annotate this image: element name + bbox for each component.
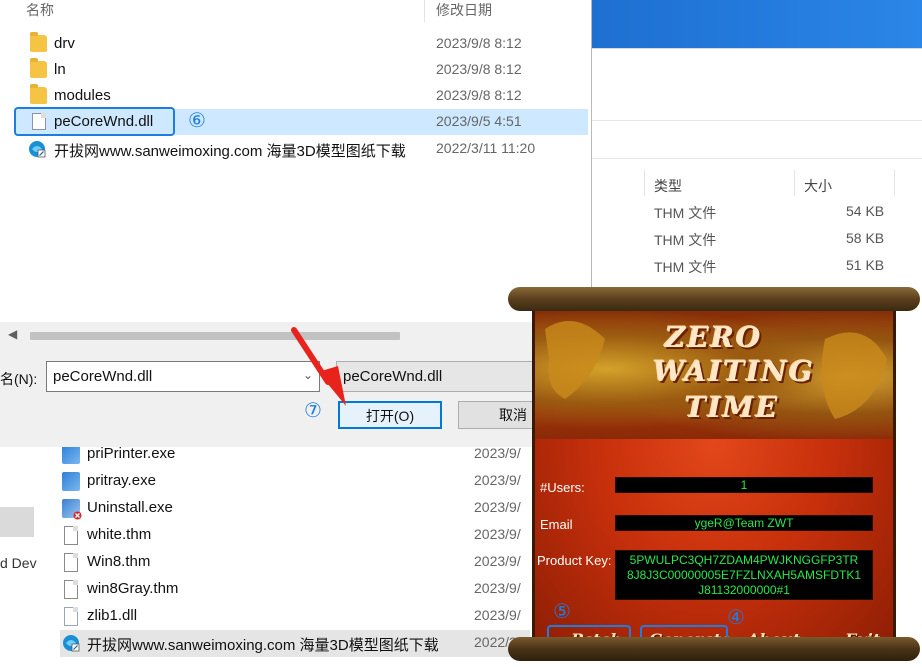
keygen-title-line: TIME	[685, 391, 780, 424]
column-header-modified[interactable]: 修改日期	[436, 0, 492, 20]
red-arrow-annotation	[291, 327, 346, 406]
row-name: ln	[54, 61, 66, 78]
file-row[interactable]: zlib1.dll 2023/9/	[60, 603, 530, 630]
keygen-window: ZERO WAITING TIME #Users: 1 Email ygeR@T…	[508, 287, 920, 661]
keygen-body: ZERO WAITING TIME #Users: 1 Email ygeR@T…	[532, 299, 896, 657]
email-label: Email	[540, 517, 573, 532]
file-name: win8Gray.thm	[87, 580, 179, 597]
row-date: 2022/3/11 11:20	[436, 140, 536, 156]
dialog-row[interactable]: 开拔网www.sanweimoxing.com 海量3D模型图纸下载 2022/…	[14, 136, 588, 162]
dialog-row[interactable]: ln 2023/9/8 8:12	[14, 57, 588, 83]
file-icon	[64, 526, 78, 545]
file-name: pritray.exe	[87, 472, 156, 489]
cell-type: THM 文件	[654, 205, 717, 221]
uninstall-icon	[62, 499, 82, 520]
keygen-title-line: WAITING	[653, 355, 815, 388]
cell-size: 51 KB	[846, 257, 885, 273]
scroll-left-icon[interactable]: ◀	[8, 327, 17, 341]
file-row[interactable]: Uninstall.exe 2023/9/	[60, 495, 530, 522]
keygen-banner: ZERO WAITING TIME	[535, 299, 893, 439]
folder-icon	[30, 58, 47, 78]
dll-icon	[64, 607, 78, 626]
product-key-line: 8J8J3C00000005E7FZLNXAH5AMSFDTK1	[626, 568, 862, 582]
annotation-four: ④	[727, 607, 745, 629]
cell-size: 58 KB	[846, 230, 885, 246]
row-date: 2023/9/5 4:51	[436, 113, 522, 129]
divider	[590, 120, 922, 121]
column-header-type[interactable]: 类型	[654, 176, 682, 202]
scroll-roll-bottom	[508, 637, 920, 661]
file-name: priPrinter.exe	[87, 445, 176, 462]
file-name: 开拔网www.sanweimoxing.com 海量3D模型图纸下载	[87, 637, 439, 654]
file-row[interactable]: win8Gray.thm 2023/9/	[60, 576, 530, 603]
file-row-selected[interactable]: 开拔网www.sanweimoxing.com 海量3D模型图纸下载 2022/…	[60, 630, 530, 657]
users-field[interactable]: 1	[615, 477, 873, 493]
link-icon	[62, 634, 80, 653]
link-icon	[28, 140, 46, 158]
file-icon	[64, 580, 78, 599]
product-key-field[interactable]: 5PWULPC3QH7ZDAM4PWJKNGGFP3TR 8J8J3C00000…	[615, 550, 873, 600]
dialog-row[interactable]: modules 2023/9/8 8:12	[14, 83, 588, 109]
column-header-name[interactable]: 名称	[26, 0, 54, 20]
users-label: #Users:	[540, 480, 585, 495]
file-row[interactable]: pritray.exe 2023/9/	[60, 468, 530, 495]
navigation-item-label[interactable]: d Dev	[0, 555, 37, 571]
exe-icon	[62, 445, 80, 464]
folder-icon	[30, 84, 47, 104]
filename-label: 名(N):	[0, 371, 38, 387]
keygen-title-line: ZERO	[665, 321, 763, 354]
cell-size: 54 KB	[846, 203, 885, 219]
row-date: 2023/9/8 8:12	[436, 61, 522, 77]
column-divider	[794, 170, 795, 196]
filename-input[interactable]: peCoreWnd.dll ⌄	[46, 361, 320, 392]
product-key-line: J81132000000#1	[698, 583, 790, 597]
highlight-box	[14, 107, 175, 136]
row-name: drv	[54, 35, 75, 52]
row-date: 2023/9/8 8:12	[436, 35, 522, 51]
file-row[interactable]: Win8.thm 2023/9/	[60, 549, 530, 576]
filename-value: peCoreWnd.dll	[53, 368, 153, 385]
divider	[590, 158, 922, 159]
divider	[590, 48, 922, 49]
file-name: white.thm	[87, 526, 152, 543]
file-name: zlib1.dll	[87, 607, 138, 624]
row-name: modules	[54, 87, 111, 104]
product-key-label: Product Key:	[537, 553, 612, 568]
exe-icon	[62, 472, 80, 491]
column-divider	[894, 170, 895, 196]
explorer-ribbon	[590, 0, 922, 48]
file-name: Win8.thm	[87, 553, 151, 570]
cell-type: THM 文件	[654, 232, 717, 248]
annotation-five: ⑤	[553, 601, 571, 623]
file-name: Uninstall.exe	[87, 499, 173, 516]
cell-type: THM 文件	[654, 259, 717, 275]
file-icon	[64, 553, 78, 572]
row-date: 2023/9/8 8:12	[436, 87, 522, 103]
scroll-roll-top	[508, 287, 920, 311]
annotation-six: ⑥	[188, 110, 206, 132]
column-divider	[644, 170, 645, 196]
navigation-item-selected[interactable]	[0, 507, 34, 537]
folder-icon	[30, 32, 47, 52]
email-field[interactable]: ygeR@Team ZWT	[615, 515, 873, 531]
column-header-size[interactable]: 大小	[804, 176, 832, 202]
product-key-line: 5PWULPC3QH7ZDAM4PWJKNGGFP3TR	[629, 553, 859, 567]
row-name: 开拔网www.sanweimoxing.com 海量3D模型图纸下载	[54, 143, 406, 160]
file-row[interactable]: white.thm 2023/9/	[60, 522, 530, 549]
dialog-row[interactable]: drv 2023/9/8 8:12	[14, 31, 588, 57]
column-divider	[424, 0, 425, 22]
